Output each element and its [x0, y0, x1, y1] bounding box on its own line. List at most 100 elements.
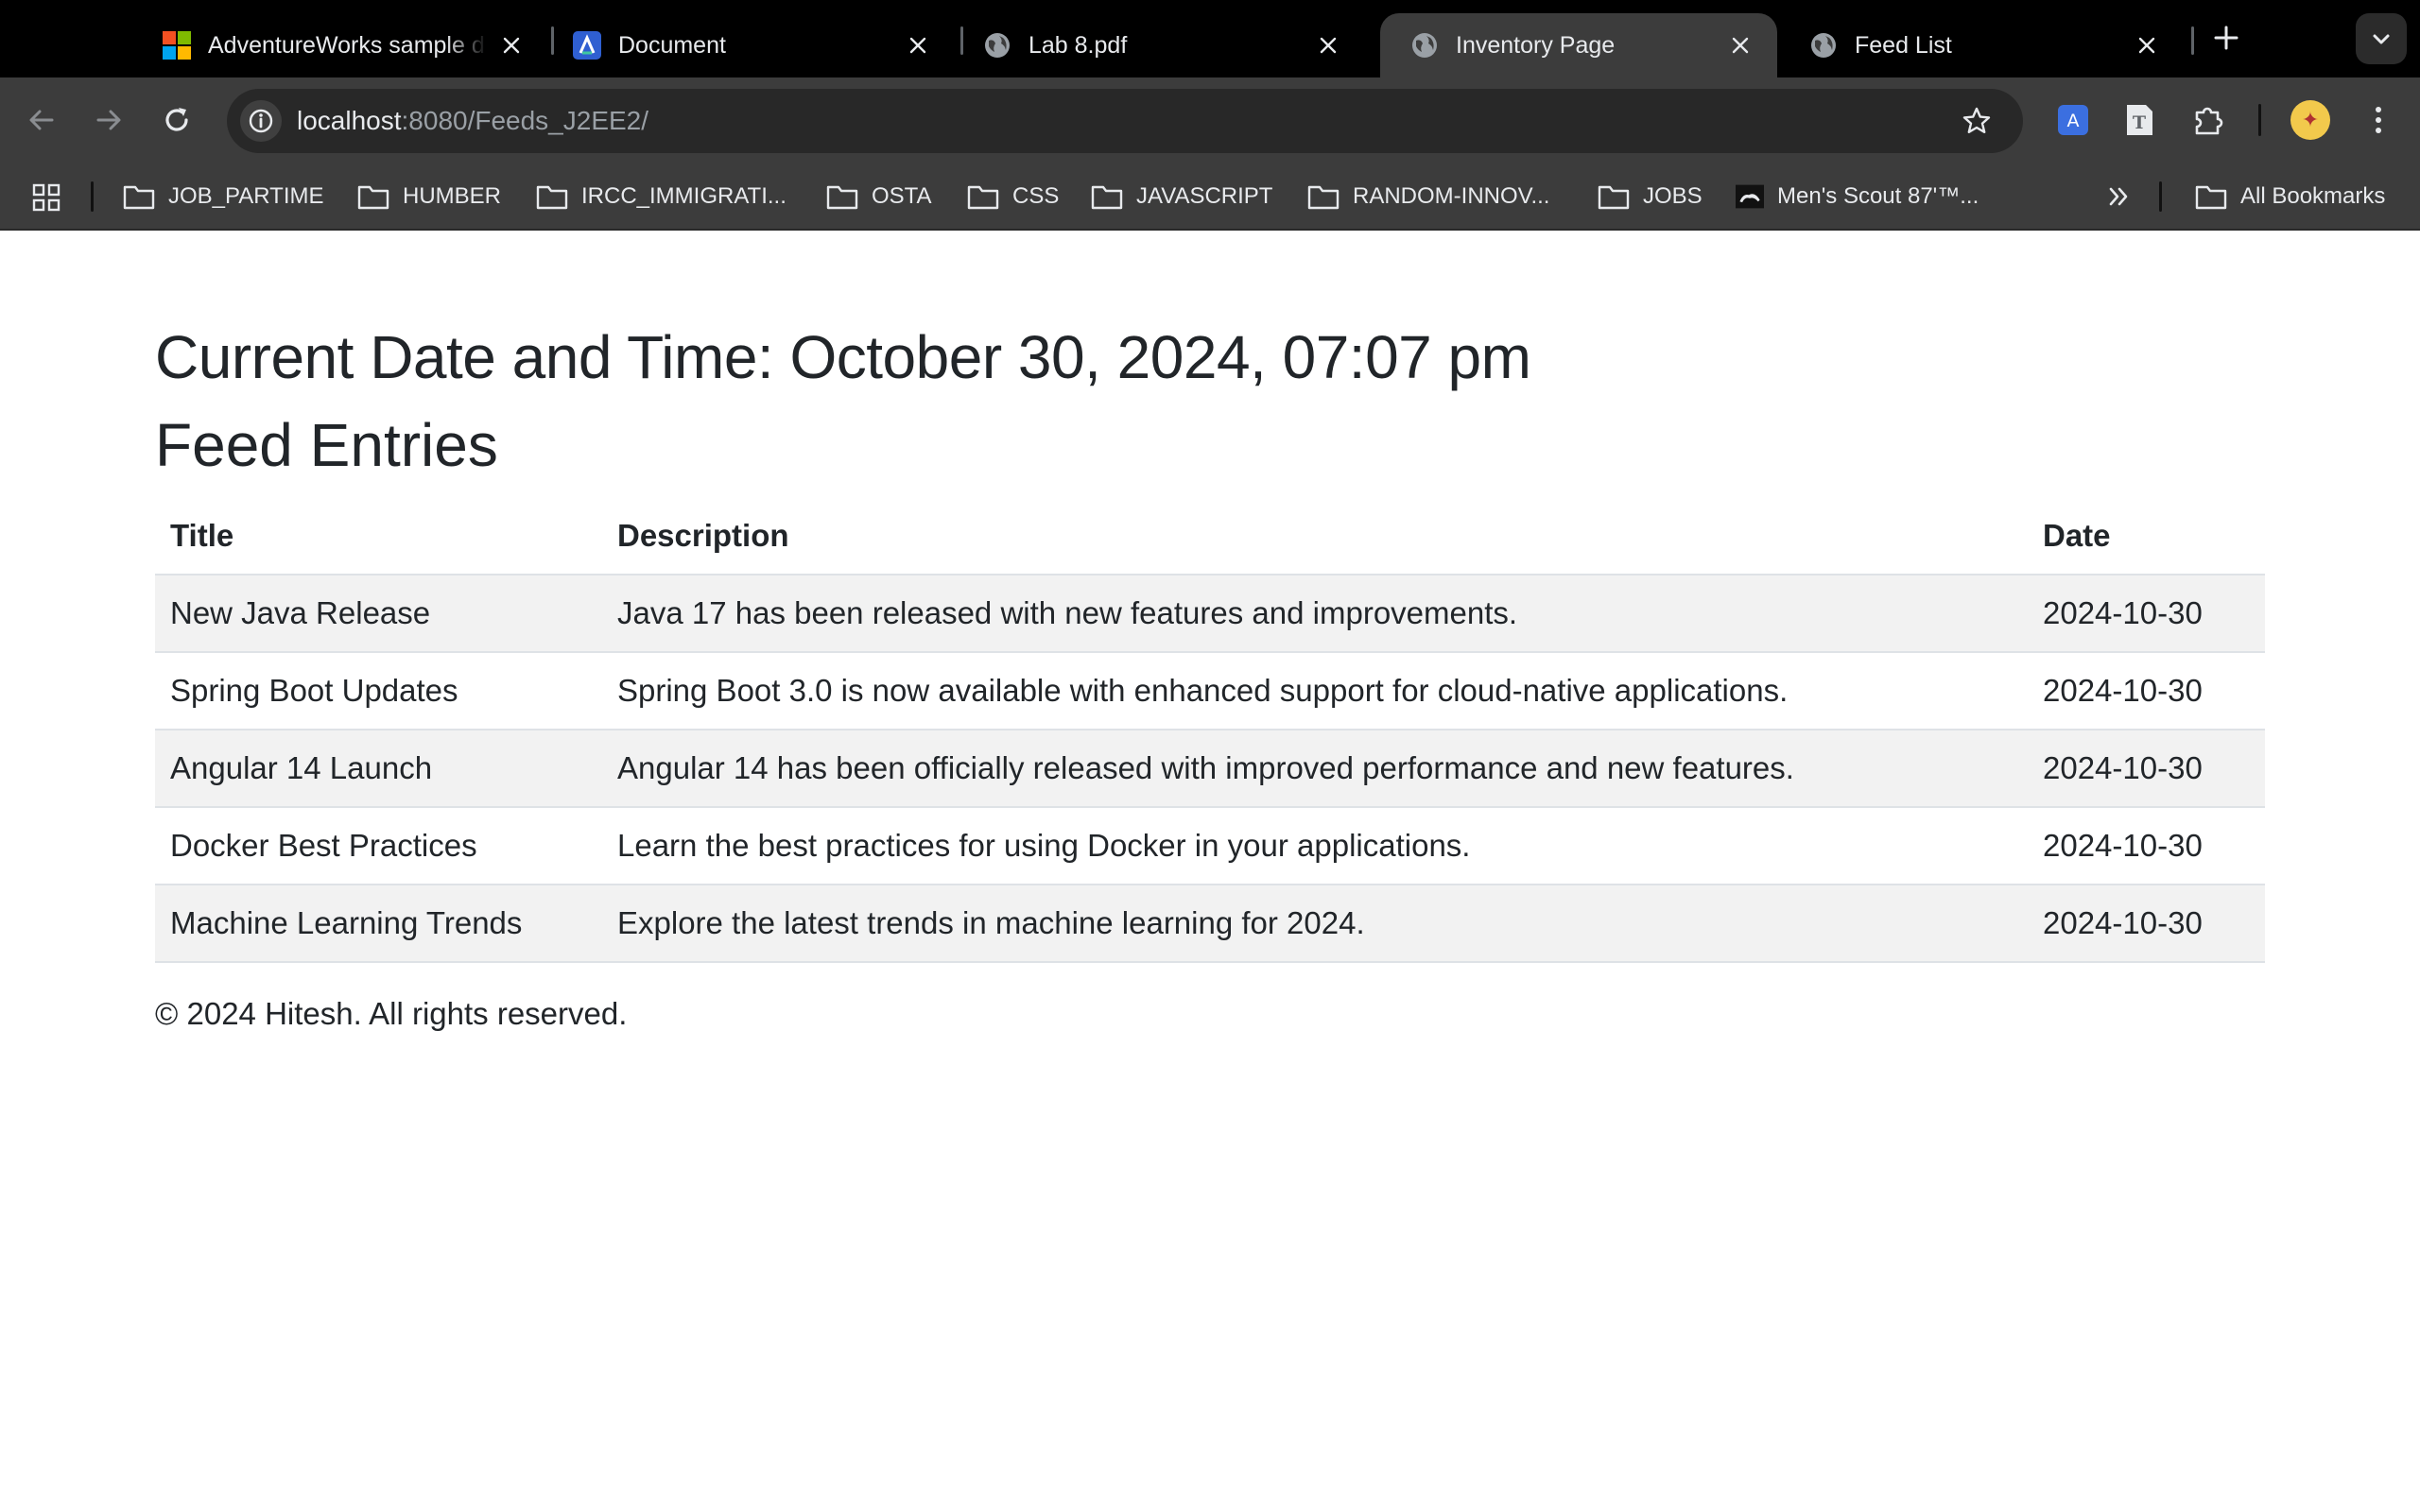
- folder-icon: [826, 185, 858, 210]
- more-menu-icon[interactable]: [2357, 98, 2400, 142]
- folder-icon: [536, 185, 568, 210]
- more-bookmarks-button[interactable]: [2102, 180, 2136, 214]
- apps-grid-icon[interactable]: [32, 183, 60, 212]
- plus-icon: [2214, 26, 2238, 50]
- cell-date: 2024-10-30: [2028, 807, 2265, 885]
- bookmark-label: HUMBER: [403, 183, 502, 209]
- table-row: New Java Release Java 17 has been releas…: [155, 575, 2265, 653]
- forward-button[interactable]: [87, 98, 130, 142]
- svg-text:T: T: [2133, 112, 2146, 133]
- bookmark-star-icon[interactable]: [1957, 101, 1996, 141]
- tab-title: AdventureWorks sample d: [208, 31, 485, 59]
- bookmark-label: IRCC_IMMIGRATI...: [581, 183, 786, 209]
- tab-adventureworks[interactable]: AdventureWorks sample d: [132, 13, 548, 77]
- bookmark-folder[interactable]: HUMBER: [357, 163, 501, 231]
- tab-title: Inventory Page: [1456, 31, 1616, 59]
- web-page: Current Date and Time: October 30, 2024,…: [0, 232, 2420, 1512]
- reload-button[interactable]: [155, 98, 199, 142]
- document-app-icon: [573, 31, 601, 60]
- globe-icon: [1809, 31, 1838, 60]
- all-bookmarks-button[interactable]: All Bookmarks: [2195, 163, 2385, 231]
- address-bar[interactable]: localhost:8080/Feeds_J2EE2/: [227, 89, 2023, 153]
- arrow-right-icon: [96, 110, 121, 130]
- bookmarks-separator: [2159, 181, 2162, 212]
- folder-icon: [123, 185, 155, 210]
- bookmark-folder[interactable]: RANDOM-INNOV...: [1307, 163, 1549, 231]
- chevron-down-icon: [2373, 34, 2390, 44]
- table-header-row: Title Description Date: [155, 497, 2265, 576]
- close-icon[interactable]: [1726, 31, 1754, 60]
- bookmark-folder[interactable]: IRCC_IMMIGRATI...: [536, 163, 786, 231]
- bookmark-label: JOBS: [1643, 183, 1703, 209]
- toolbar-separator: [2258, 104, 2261, 136]
- tab-document[interactable]: Document: [543, 13, 955, 77]
- bookmark-label: JOB_PARTIME: [168, 183, 324, 209]
- cell-description: Java 17 has been released with new featu…: [602, 575, 2028, 653]
- folder-icon: [357, 185, 389, 210]
- table-row: Machine Learning Trends Explore the late…: [155, 885, 2265, 963]
- tab-title: Feed List: [1855, 31, 1952, 59]
- folder-icon: [1091, 185, 1123, 210]
- cell-title: Spring Boot Updates: [155, 652, 602, 730]
- tab-inventory-page[interactable]: Inventory Page: [1380, 13, 1777, 77]
- tab-title: Document: [618, 31, 726, 59]
- feed-table: Title Description Date New Java Release …: [155, 497, 2265, 963]
- new-tab-button[interactable]: [2209, 19, 2243, 57]
- url-text[interactable]: localhost:8080/Feeds_J2EE2/: [297, 89, 648, 153]
- profile-avatar[interactable]: ✦: [2290, 100, 2330, 140]
- table-row: Angular 14 Launch Angular 14 has been of…: [155, 730, 2265, 808]
- text-extension-icon[interactable]: T: [2118, 98, 2161, 142]
- globe-icon: [983, 31, 1011, 60]
- url-host: localhost: [297, 106, 402, 135]
- cell-description: Learn the best practices for using Docke…: [602, 807, 2028, 885]
- double-chevron-right-icon: [2109, 187, 2128, 206]
- column-header-title: Title: [155, 497, 602, 576]
- cell-title: Docker Best Practices: [155, 807, 602, 885]
- bookmark-link[interactable]: Men's Scout 87'™...: [1736, 163, 1979, 231]
- close-icon[interactable]: [904, 31, 932, 60]
- extensions-puzzle-icon[interactable]: [2187, 98, 2230, 142]
- microsoft-logo-icon: [163, 31, 191, 60]
- tab-title: Lab 8.pdf: [1028, 31, 1128, 59]
- translate-extension-icon[interactable]: A: [2051, 98, 2095, 142]
- bookmark-label: RANDOM-INNOV...: [1353, 183, 1550, 209]
- reload-icon: [165, 108, 188, 131]
- close-icon[interactable]: [497, 31, 526, 60]
- cell-description: Spring Boot 3.0 is now available with en…: [602, 652, 2028, 730]
- bookmark-label: CSS: [1012, 183, 1060, 209]
- bookmark-folder[interactable]: OSTA: [826, 163, 932, 231]
- bookmark-label: OSTA: [872, 183, 932, 209]
- bookmark-label: Men's Scout 87'™...: [1777, 183, 1979, 209]
- tab-lab-8-pdf[interactable]: Lab 8.pdf: [953, 13, 1365, 77]
- bookmark-folder[interactable]: JOB_PARTIME: [123, 163, 323, 231]
- cell-title: Machine Learning Trends: [155, 885, 602, 963]
- feeds-heading: Feed Entries: [155, 411, 498, 479]
- cell-description: Angular 14 has been officially released …: [602, 730, 2028, 808]
- table-row: Spring Boot Updates Spring Boot 3.0 is n…: [155, 652, 2265, 730]
- cell-title: Angular 14 Launch: [155, 730, 602, 808]
- site-info-icon[interactable]: [240, 100, 282, 142]
- folder-icon: [1598, 185, 1630, 210]
- folder-icon: [1307, 185, 1340, 210]
- back-button[interactable]: [20, 98, 63, 142]
- cell-description: Explore the latest trends in machine lea…: [602, 885, 2028, 963]
- cell-title: New Java Release: [155, 575, 602, 653]
- tab-search-button[interactable]: [2356, 13, 2407, 64]
- url-path: :8080/Feeds_J2EE2/: [401, 106, 649, 135]
- close-icon[interactable]: [1314, 31, 1342, 60]
- bookmark-folder[interactable]: CSS: [967, 163, 1059, 231]
- folder-icon: [2195, 185, 2227, 210]
- bookmark-folder[interactable]: JAVASCRIPT: [1091, 163, 1272, 231]
- column-header-date: Date: [2028, 497, 2265, 576]
- tab-feed-list[interactable]: Feed List: [1779, 13, 2184, 77]
- svg-text:A: A: [2067, 111, 2080, 131]
- column-header-description: Description: [602, 497, 2028, 576]
- bookmark-folder[interactable]: JOBS: [1598, 163, 1703, 231]
- cell-date: 2024-10-30: [2028, 575, 2265, 653]
- cell-date: 2024-10-30: [2028, 652, 2265, 730]
- table-row: Docker Best Practices Learn the best pra…: [155, 807, 2265, 885]
- bookmarks-separator: [91, 181, 94, 212]
- globe-icon: [1410, 31, 1439, 60]
- close-icon[interactable]: [2133, 31, 2161, 60]
- cell-date: 2024-10-30: [2028, 730, 2265, 808]
